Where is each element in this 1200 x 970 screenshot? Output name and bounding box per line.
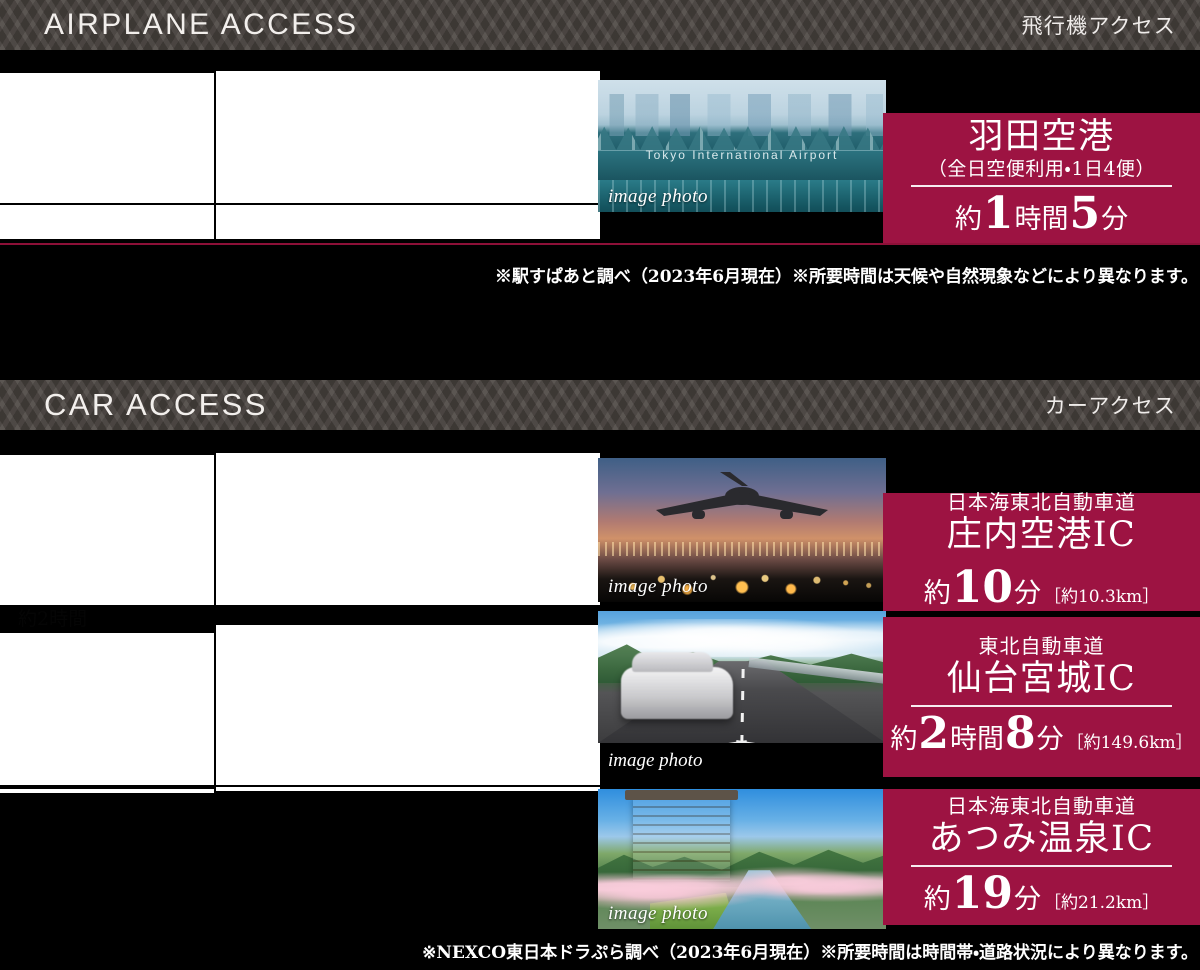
label-small-atsumi: 日本海東北自動車道 [947, 794, 1136, 819]
label-divider [910, 185, 1173, 187]
car-row1-cell-right [216, 453, 600, 605]
label-divider [910, 704, 1173, 707]
section-heading-en-car: CAR ACCESS [44, 387, 268, 422]
time-distance: ［約21.2km］ [1043, 892, 1160, 913]
time-prefix: 約 [890, 723, 918, 755]
time-hour-unit: 時間 [1014, 203, 1069, 235]
label-main-atsumi: あつみ温泉IC [928, 818, 1155, 859]
airplane-table-cell-left-top [0, 73, 214, 203]
label-time-haneda: 約 1 時間 5 分 [893, 187, 1190, 239]
car-row1-cell-left [0, 455, 214, 605]
time-minute-unit: 分 [1101, 203, 1129, 235]
time-distance: ［約149.6km］ [1066, 732, 1193, 753]
label-time-atsumi: 約 19 分 ［約21.2km］ [893, 867, 1190, 919]
airplane-table-cell-right-bottom [216, 205, 600, 239]
time-prefix: 約 [954, 203, 982, 235]
label-divider [910, 864, 1173, 867]
label-small-shonai: 日本海東北自動車道 [947, 490, 1136, 515]
time-hours: 2 [918, 707, 949, 759]
time-prefix: 約 [923, 883, 951, 915]
car-row2-cell-right [216, 625, 600, 785]
label-main-haneda: 羽田空港 [968, 117, 1115, 157]
car-note: ※NEXCO東日本ドラぷら調べ（2023年6月現在）※所要時間は時間帯・道路状況… [422, 943, 1198, 963]
section-heading-ja-airplane: 飛行機アクセス [1021, 14, 1176, 38]
car-suv [621, 652, 734, 720]
time-minutes: 19 [951, 867, 1013, 919]
ghost-text-artifact: 約2時間 [18, 608, 88, 630]
label-shonai-ic: 日本海東北自動車道 庄内空港IC 約 10 分 ［約10.3km］ [883, 490, 1200, 613]
section-header-car: CAR ACCESS カーアクセス [0, 380, 1200, 430]
photo-shonai-airport-night: image photo [598, 458, 886, 602]
access-page: AIRPLANE ACCESS 飛行機アクセス Tokyo Internatio… [0, 0, 1200, 970]
time-minutes: 5 [1069, 187, 1101, 239]
time-prefix: 約 [923, 577, 951, 609]
haneda-airport-sign: Tokyo International Airport [645, 148, 839, 162]
time-hours: 1 [982, 187, 1014, 239]
label-haneda: 羽田空港 （全日空便利用・1日4便） 約 1 時間 5 分 [883, 113, 1200, 243]
photo-highway-car [598, 611, 886, 743]
label-time-sendai: 約 2 時間 8 分 ［約149.6km］ [890, 707, 1193, 759]
photo-caption: image photo [608, 186, 708, 207]
time-minute-unit: 分 [1036, 723, 1064, 755]
lane-marking [739, 669, 745, 743]
time-minutes: 8 [1004, 707, 1036, 759]
car-row2-cell-left [0, 633, 214, 785]
time-minutes: 10 [951, 561, 1013, 613]
car-row3-cell-right [216, 787, 600, 791]
photo-caption: image photo [608, 903, 708, 924]
airplane-note: ※駅すぱあと調べ（2023年6月現在）※所要時間は天候や自然現象などにより異なり… [494, 267, 1198, 287]
label-time-shonai: 約 10 分 ［約10.3km］ [893, 561, 1190, 613]
time-minute-unit: 分 [1013, 883, 1041, 915]
label-atsumi-onsen-ic: 日本海東北自動車道 あつみ温泉IC 約 19 分 ［約21.2km］ [883, 789, 1200, 925]
label-main-shonai: 庄内空港IC [946, 514, 1137, 555]
photo-haneda-airport: Tokyo International Airport image photo [598, 80, 886, 212]
time-distance: ［約10.3km］ [1043, 586, 1160, 607]
airplane-table-cell-right-top [216, 71, 600, 203]
time-minute-unit: 分 [1013, 577, 1041, 609]
time-hour-unit: 時間 [949, 723, 1004, 755]
label-small-sendai: 東北自動車道 [978, 634, 1105, 659]
photo-caption: image photo [608, 750, 703, 771]
label-main-sendai: 仙台宮城IC [946, 658, 1137, 699]
airplane-section-rule [0, 243, 1200, 245]
photo-caption: image photo [608, 576, 708, 597]
photo-atsumi-onsen: image photo [598, 789, 886, 929]
section-heading-en-airplane: AIRPLANE ACCESS [44, 8, 359, 41]
airplane-icon [656, 472, 828, 519]
car-row3-cell-left [0, 789, 214, 793]
label-sendai-miyagi-ic: 東北自動車道 仙台宮城IC 約 2 時間 8 分 ［約149.6km］ [883, 617, 1200, 777]
section-heading-ja-car: カーアクセス [1044, 394, 1176, 418]
airplane-table-cell-left-bottom [0, 205, 214, 239]
label-sub-haneda: （全日空便利用・1日4便） [927, 157, 1156, 180]
section-header-airplane: AIRPLANE ACCESS 飛行機アクセス [0, 0, 1200, 50]
